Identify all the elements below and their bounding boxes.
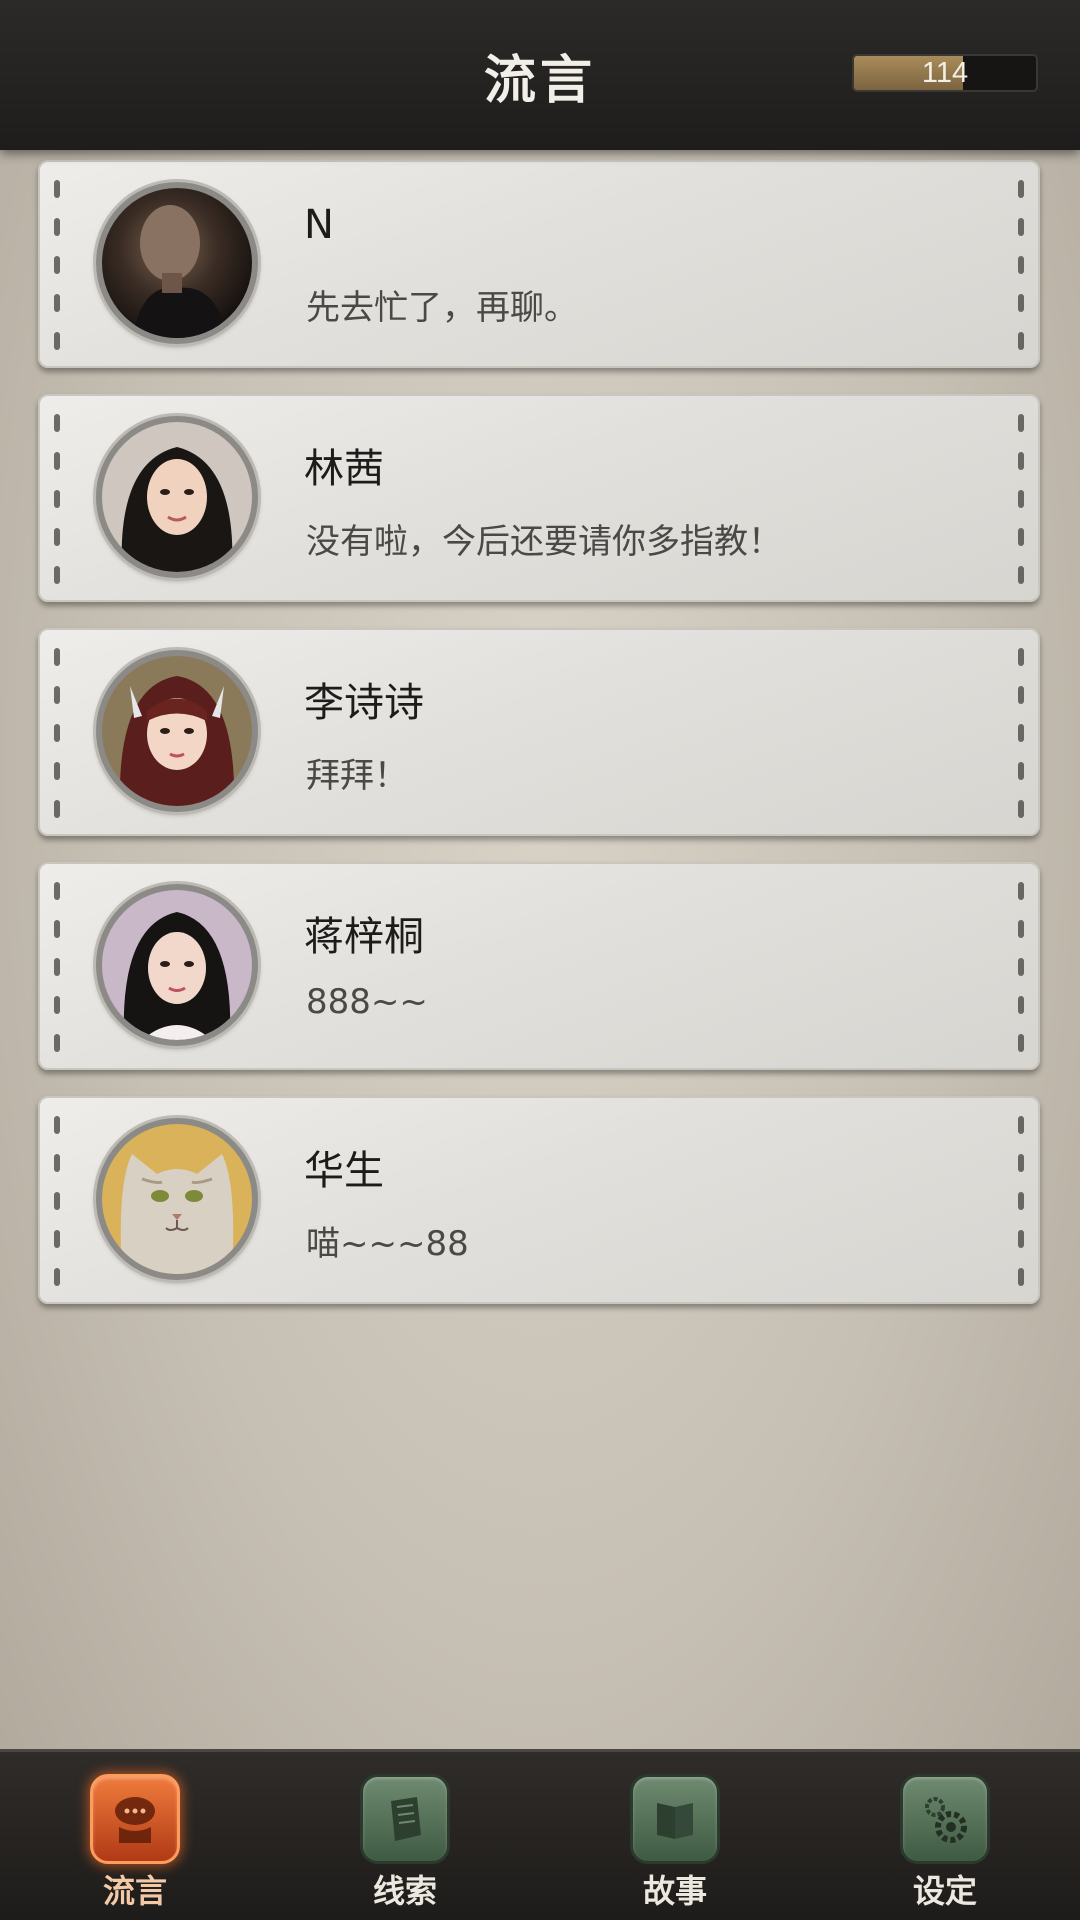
chat-name: 林茜 [304,446,384,492]
punch-holes [1018,414,1024,584]
energy-meter: 114 [852,54,1038,92]
chat-item-lishishi[interactable]: 李诗诗 拜拜！ [38,628,1040,836]
punch-holes [54,414,60,584]
chat-last-message: 888~~ [306,982,428,1022]
nav-tab-rumors[interactable]: 流言 [60,1752,210,1912]
punch-holes [1018,1116,1024,1286]
chat-name: 李诗诗 [304,680,424,726]
chat-item-n[interactable]: N 先去忙了，再聊。 [38,160,1040,368]
chat-item-jiangzitong[interactable]: 蒋梓桐 888~~ [38,862,1040,1070]
chat-bubble-icon [90,1774,180,1864]
chat-last-message: 拜拜！ [306,756,408,796]
chat-item-huasheng[interactable]: 华生 喵~~~88 [38,1096,1040,1304]
paper-scroll-icon [360,1774,450,1864]
book-icon [630,1774,720,1864]
gear-icon [900,1774,990,1864]
punch-holes [1018,180,1024,350]
punch-holes [54,648,60,818]
nav-label: 故事 [642,1872,707,1910]
chat-last-message: 喵~~~88 [306,1224,469,1264]
woman-portrait-icon [96,884,258,1046]
nav-label: 流言 [102,1872,167,1910]
man-portrait-icon [96,182,258,344]
nav-label: 设定 [912,1872,977,1910]
punch-holes [54,1116,60,1286]
bottom-nav: 流言 线索 故事 设定 [0,1749,1080,1920]
chat-last-message: 先去忙了，再聊。 [306,288,578,328]
punch-holes [1018,648,1024,818]
cat-portrait-icon [96,1118,258,1280]
punch-holes [1018,882,1024,1052]
energy-value: 114 [921,57,969,89]
nav-tab-settings[interactable]: 设定 [870,1752,1020,1912]
girl-portrait-icon [96,650,258,812]
chat-item-linxi[interactable]: 林茜 没有啦，今后还要请你多指教！ [38,394,1040,602]
top-bar: 流言 114 [0,0,1080,150]
chat-name: N [304,202,334,248]
nav-tab-clues[interactable]: 线索 [330,1752,480,1912]
chat-list: N 先去忙了，再聊。 林茜 没有啦，今后还要请你多指教！ 李诗诗 拜拜！ 蒋梓桐… [38,160,1040,1330]
chat-name: 华生 [304,1148,384,1194]
punch-holes [54,882,60,1052]
chat-name: 蒋梓桐 [304,914,424,960]
woman-portrait-icon [96,416,258,578]
chat-last-message: 没有啦，今后还要请你多指教！ [306,522,782,562]
nav-tab-stories[interactable]: 故事 [600,1752,750,1912]
punch-holes [54,180,60,350]
nav-label: 线索 [372,1872,437,1910]
